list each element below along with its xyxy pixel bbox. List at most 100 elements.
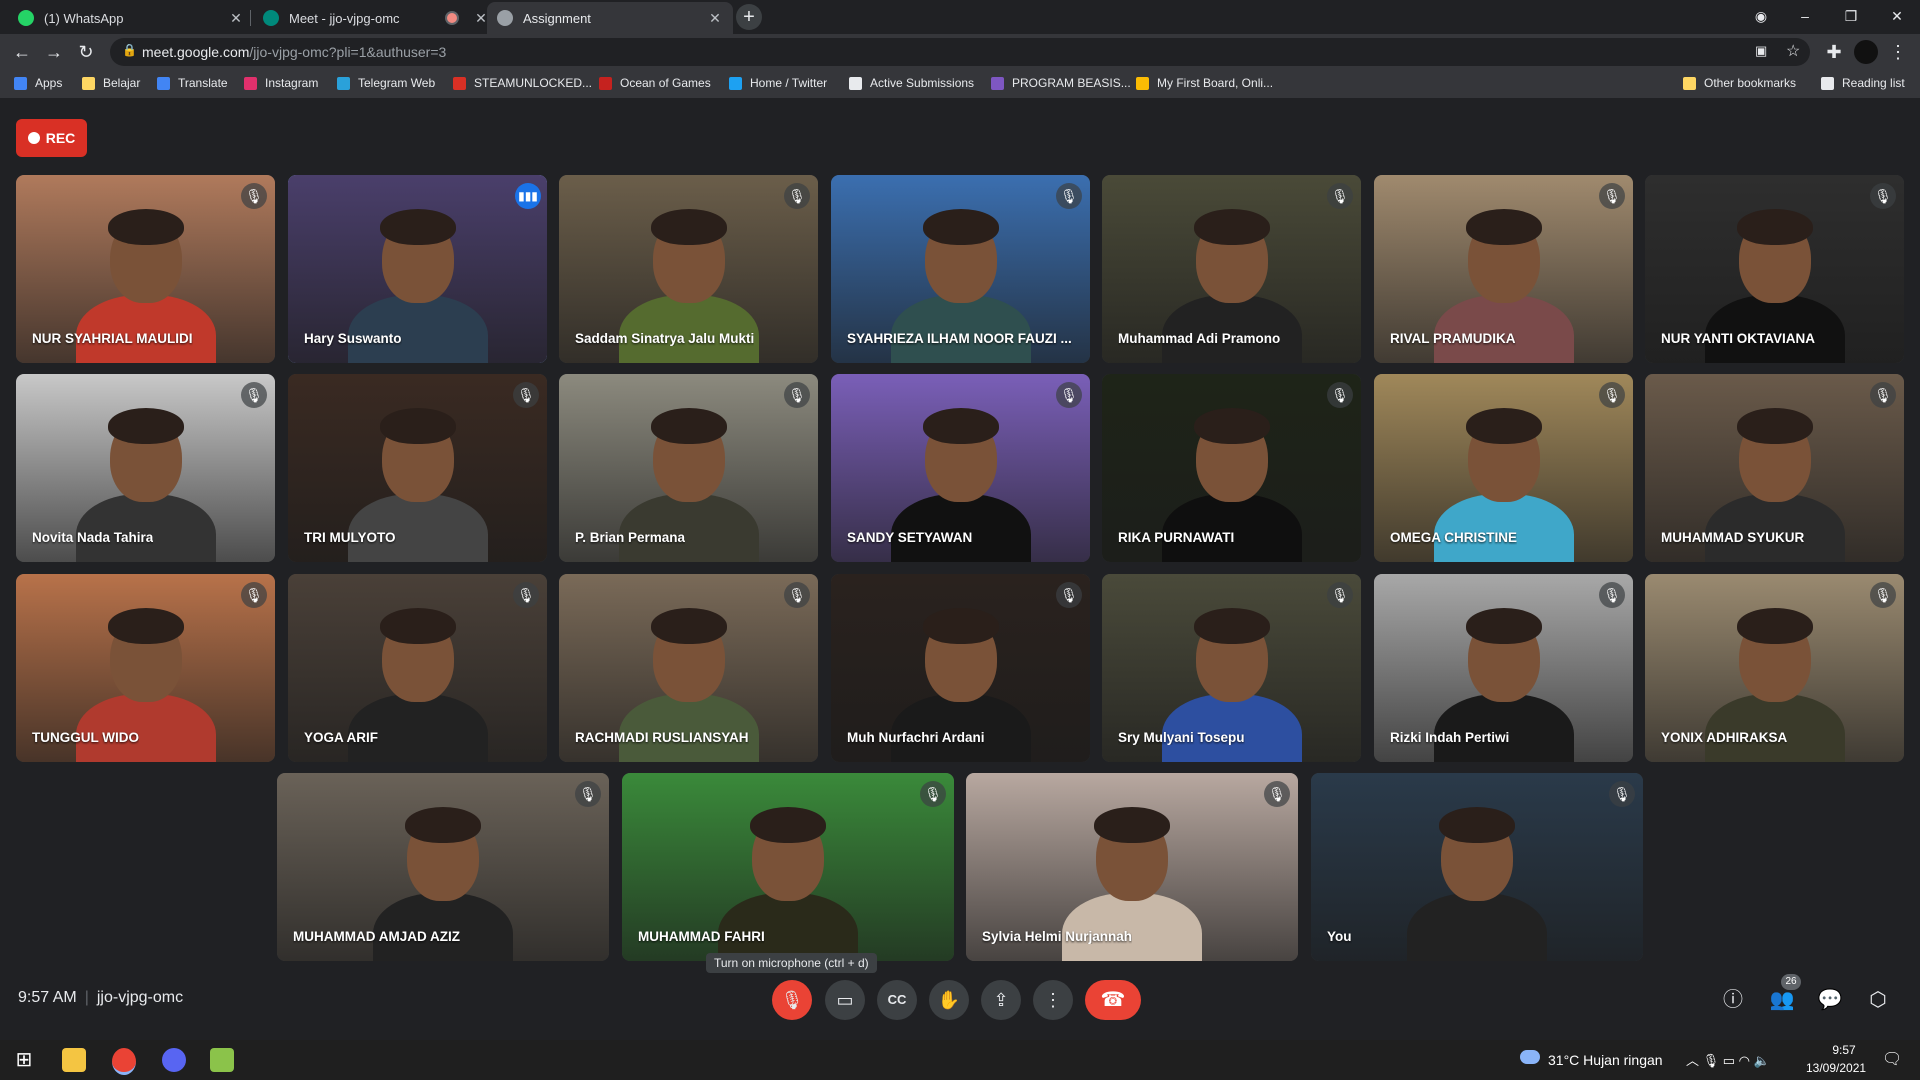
participant-tile[interactable]: 🎙 Rizki Indah Pertiwi — [1374, 574, 1633, 762]
bookmark-item[interactable]: STEAMUNLOCKED... — [453, 76, 592, 90]
participant-tile[interactable]: 🎙 SANDY SETYAWAN — [831, 374, 1090, 562]
participant-body — [618, 494, 759, 562]
bookmark-item[interactable]: Active Submissions — [849, 76, 974, 90]
participant-tile[interactable]: 🎙 Muhammad Adi Pramono — [1102, 175, 1361, 363]
microphone-muted-icon: 🎙 — [1599, 582, 1625, 608]
more-menu-icon[interactable]: ⋮ — [1886, 40, 1910, 64]
participant-tile[interactable]: 🎙 Novita Nada Tahira — [16, 374, 275, 562]
extensions-icon[interactable]: ✚ — [1822, 40, 1846, 64]
participant-tile[interactable]: 🎙 P. Brian Permana — [559, 374, 818, 562]
participant-tile[interactable]: 🎙 YOGA ARIF — [288, 574, 547, 762]
tab-title: Meet - jjo-vjpg-omc — [289, 10, 400, 26]
participant-tile[interactable]: 🎙 MUHAMMAD SYUKUR — [1645, 374, 1904, 562]
participant-tile[interactable]: 🎙 NUR SYAHRIAL MAULIDI — [16, 175, 275, 363]
app-icon[interactable] — [210, 1048, 234, 1072]
bookmark-icon — [157, 76, 170, 90]
participant-body — [1704, 494, 1845, 562]
other-bookmarks[interactable]: Other bookmarks — [1683, 76, 1796, 90]
back-icon[interactable]: ← — [10, 40, 34, 64]
bookmark-star-icon[interactable]: ☆ — [1786, 41, 1800, 61]
chrome-icon[interactable] — [112, 1048, 136, 1075]
discord-icon[interactable] — [162, 1048, 186, 1072]
address-bar[interactable]: 🔒 meet.google.com/jjo-vjpg-omc?pli=1&aut… — [110, 38, 1810, 66]
tab-3[interactable]: Assignment ✕ — [487, 2, 733, 34]
reload-icon[interactable]: ↻ — [74, 40, 98, 64]
profile-icon[interactable]: ◉ — [1738, 0, 1784, 32]
participant-tile[interactable]: 🎙 TRI MULYOTO — [288, 374, 547, 562]
participant-hair — [1193, 608, 1270, 644]
participant-tile[interactable]: 🎙 SYAHRIEZA ILHAM NOOR FAUZI ... — [831, 175, 1090, 363]
new-tab-button[interactable]: + — [736, 4, 762, 30]
system-tray-icons[interactable]: ︿ 🎙 ▭ ◠ 🔈 — [1686, 1050, 1770, 1069]
tab-1[interactable]: (1) WhatsApp ✕ — [8, 2, 254, 34]
participant-tile[interactable]: 🎙 MUHAMMAD FAHRI — [622, 773, 954, 961]
activities-icon[interactable]: ⬡ — [1864, 986, 1892, 1014]
leave-call-button[interactable]: ☎ — [1085, 980, 1141, 1020]
taskbar-date[interactable]: 13/09/2021 — [1806, 1061, 1866, 1075]
reading-list[interactable]: Reading list — [1821, 76, 1905, 90]
restore-button[interactable]: ❐ — [1828, 0, 1874, 32]
participant-tile[interactable]: 🎙 RACHMADI RUSLIANSYAH — [559, 574, 818, 762]
tab-close-icon[interactable]: ✕ — [707, 10, 723, 27]
participant-name: Hary Suswanto — [304, 331, 402, 346]
profile-avatar[interactable] — [1854, 40, 1878, 64]
tab-close-icon[interactable]: ✕ — [228, 10, 244, 27]
bookmark-item[interactable]: Telegram Web — [337, 76, 435, 90]
present-screen-button[interactable]: ⇪ — [981, 980, 1021, 1020]
participant-tile[interactable]: 🎙 RIKA PURNAWATI — [1102, 374, 1361, 562]
camera-in-use-icon[interactable]: ▣ — [1755, 43, 1767, 59]
bookmark-label: PROGRAM BEASIS... — [1012, 76, 1131, 90]
participant-tile[interactable]: 🎙 Sry Mulyani Tosepu — [1102, 574, 1361, 762]
people-icon[interactable]: 👥 — [1768, 986, 1796, 1014]
participant-tile[interactable]: 🎙 Muh Nurfachri Ardani — [831, 574, 1090, 762]
bookmark-item[interactable]: Translate — [157, 76, 228, 90]
bookmark-item[interactable]: My First Board, Onli... — [1136, 76, 1273, 90]
participant-tile[interactable]: 🎙 You — [1311, 773, 1643, 961]
captions-button[interactable]: CC — [877, 980, 917, 1020]
bookmark-item[interactable]: Home / Twitter — [729, 76, 827, 90]
participant-body — [347, 694, 488, 762]
participant-body — [1407, 893, 1547, 961]
microphone-muted-icon: 🎙 — [784, 382, 810, 408]
raise-hand-button[interactable]: ✋ — [929, 980, 969, 1020]
microphone-muted-icon: 🎙 — [920, 781, 946, 807]
microphone-muted-icon: 🎙 — [1264, 781, 1290, 807]
participant-tile[interactable]: 🎙 Saddam Sinatrya Jalu Mukti — [559, 175, 818, 363]
participant-hair — [107, 608, 184, 644]
minimize-button[interactable]: – — [1782, 0, 1828, 32]
participant-body — [1704, 295, 1845, 363]
participant-tile[interactable]: 🎙 OMEGA CHRISTINE — [1374, 374, 1633, 562]
participant-tile[interactable]: 🎙 NUR YANTI OKTAVIANA — [1645, 175, 1904, 363]
speaking-indicator-icon: ▮▮▮ — [515, 183, 541, 209]
notification-icon[interactable]: 🗨 — [1882, 1049, 1902, 1069]
bookmark-item[interactable]: PROGRAM BEASIS... — [991, 76, 1131, 90]
bookmarks-bar: Apps Belajar Translate Instagram Telegram We… — [0, 70, 1920, 99]
microphone-off-button[interactable]: 🎙 — [772, 980, 812, 1020]
forward-icon[interactable]: → — [42, 40, 66, 64]
more-options-button[interactable]: ⋮ — [1033, 980, 1073, 1020]
microphone-muted-icon: 🎙 — [1056, 582, 1082, 608]
bookmark-item[interactable]: Instagram — [244, 76, 318, 90]
bookmark-item[interactable]: Belajar — [82, 76, 140, 90]
tab-2[interactable]: Meet - jjo-vjpg-omc ✕ — [253, 2, 499, 34]
participant-tile[interactable]: 🎙 YONIX ADHIRAKSA — [1645, 574, 1904, 762]
participant-tile[interactable]: 🎙 TUNGGUL WIDO — [16, 574, 275, 762]
close-window-button[interactable]: ✕ — [1874, 0, 1920, 32]
participant-tile[interactable]: 🎙 MUHAMMAD AMJAD AZIZ — [277, 773, 609, 961]
weather-text[interactable]: 31°C Hujan ringan — [1548, 1052, 1663, 1068]
weather-icon[interactable] — [1520, 1050, 1540, 1064]
participant-tile[interactable]: 🎙 Sylvia Helmi Nurjannah — [966, 773, 1298, 961]
recording-indicator-icon — [445, 11, 459, 25]
participant-tile[interactable]: 🎙 RIVAL PRAMUDIKA — [1374, 175, 1633, 363]
file-explorer-icon[interactable] — [62, 1048, 86, 1072]
taskbar-time[interactable]: 9:57 — [1822, 1043, 1866, 1057]
participant-body — [1161, 694, 1302, 762]
windows-start-icon[interactable]: ⊞ — [12, 1048, 36, 1072]
bookmark-item[interactable]: Ocean of Games — [599, 76, 711, 90]
chat-icon[interactable]: 💬 — [1816, 986, 1844, 1014]
bookmark-item[interactable]: Apps — [14, 76, 62, 90]
meeting-details-icon[interactable]: ⓘ — [1719, 986, 1747, 1014]
microphone-muted-icon: 🎙 — [1327, 382, 1353, 408]
camera-button[interactable]: ▭ — [825, 980, 865, 1020]
participant-tile[interactable]: ▮▮▮ Hary Suswanto — [288, 175, 547, 363]
